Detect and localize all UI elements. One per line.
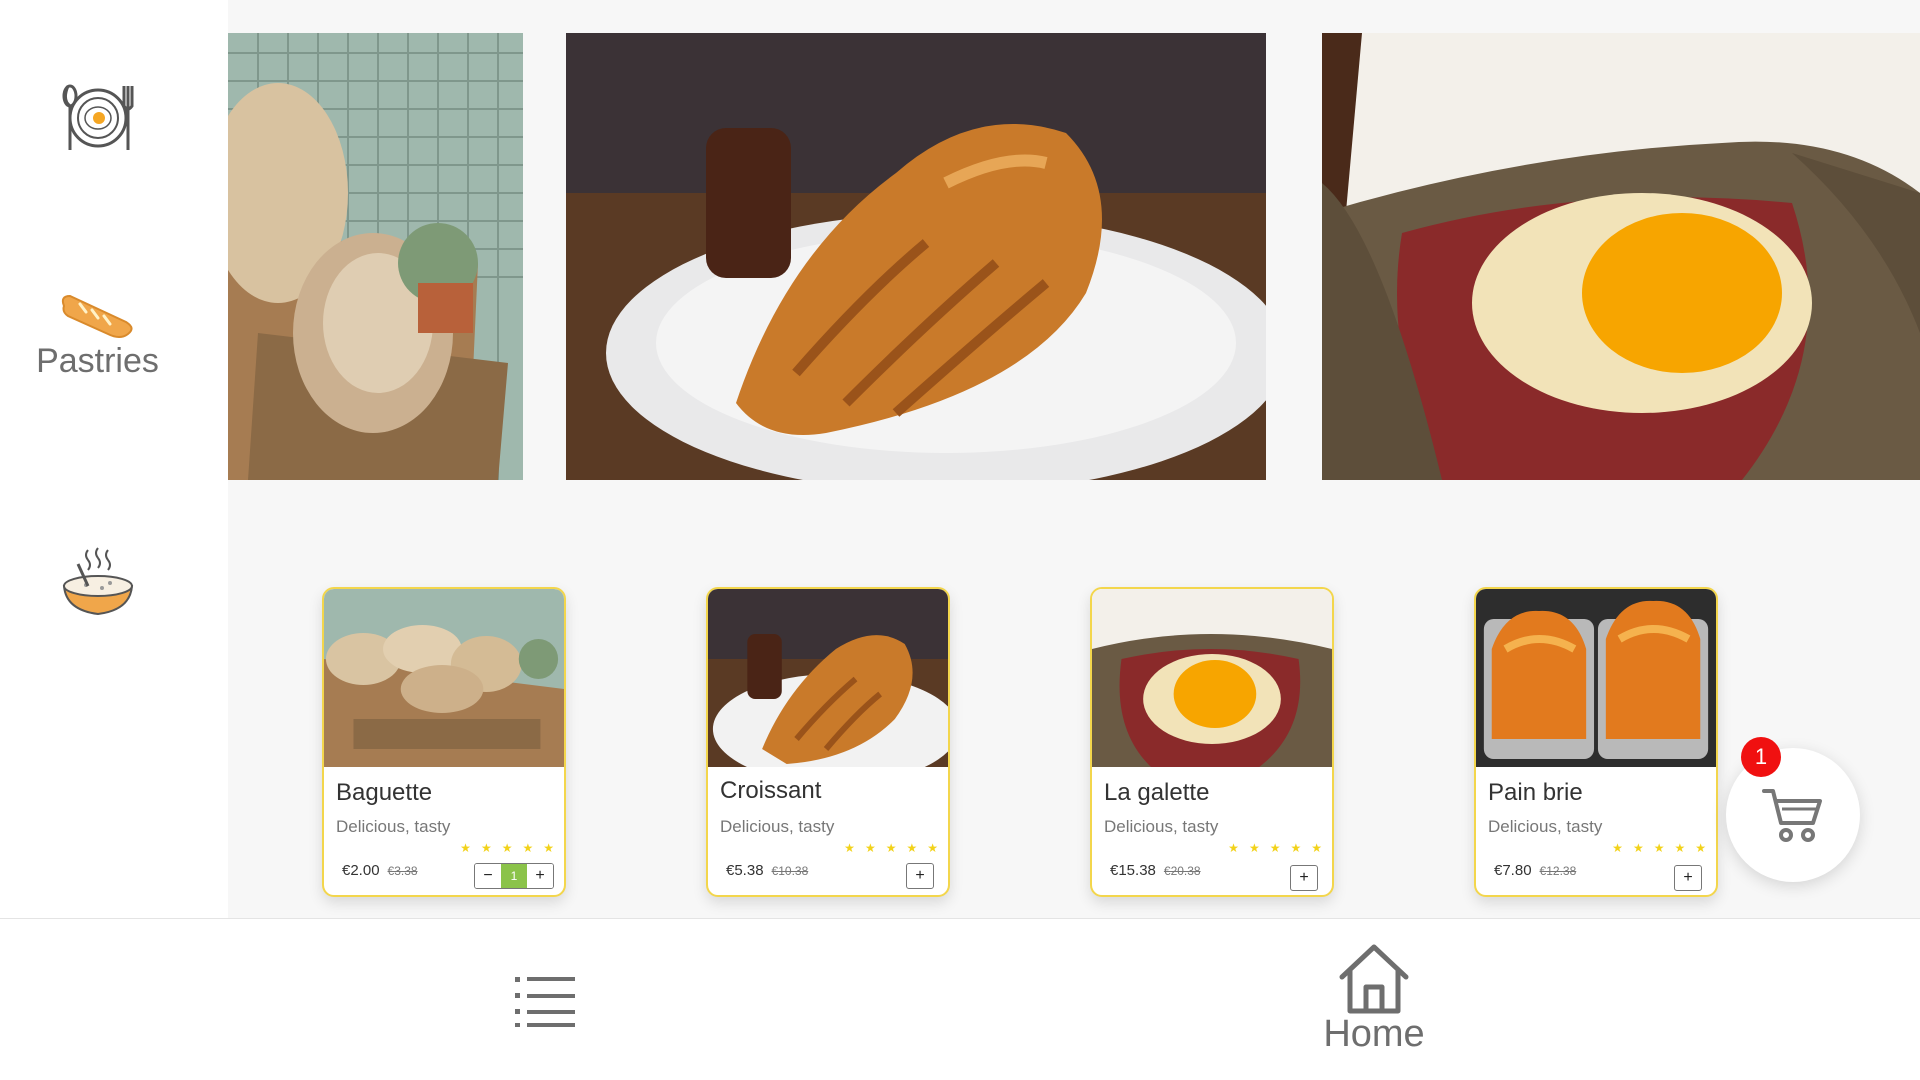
product-price: €5.38 €10.38 — [726, 862, 808, 879]
increase-button[interactable]: + — [527, 864, 553, 888]
star-icon: ★ — [1228, 841, 1239, 855]
star-icon: ★ — [844, 841, 855, 855]
star-icon: ★ — [927, 841, 938, 855]
bottom-navigation: Home — [0, 918, 1920, 1080]
add-to-cart-button[interactable]: + — [1674, 865, 1702, 891]
current-price: €15.38 — [1110, 862, 1156, 879]
product-description: Delicious, tasty — [1104, 817, 1219, 836]
star-icon: ★ — [1311, 841, 1322, 855]
star-icon: ★ — [501, 841, 513, 855]
breakfast-plate-icon — [62, 84, 133, 150]
star-icon: ★ — [1612, 841, 1623, 855]
product-card-baguette[interactable]: Baguette Delicious, tasty ★ ★ ★ ★ ★ €2.00 €3.… — [322, 587, 566, 897]
star-icon: ★ — [1653, 841, 1665, 855]
current-price: €2.00 — [342, 862, 380, 879]
nav-home[interactable]: Home — [1318, 941, 1430, 1056]
cart-count-badge: 1 — [1741, 737, 1781, 777]
product-name: Pain brie — [1488, 779, 1583, 806]
banner-galette-image[interactable] — [1322, 33, 1920, 480]
add-to-cart-button[interactable]: + — [1290, 865, 1318, 891]
star-icon: ★ — [543, 841, 554, 855]
product-photo — [1476, 589, 1716, 767]
rating-stars: ★ ★ ★ ★ ★ — [1228, 842, 1322, 854]
product-name: Croissant — [720, 777, 822, 804]
product-name: La galette — [1104, 779, 1210, 806]
banner-bread-basket-image[interactable] — [228, 33, 523, 480]
category-sidebar: Pastries — [0, 0, 228, 918]
product-card-pain-brie[interactable]: Pain brie Delicious, tasty ★ ★ ★ ★ ★ €7.80 €1… — [1474, 587, 1718, 897]
product-name: Baguette — [336, 779, 433, 806]
nav-home-label: Home — [1323, 1013, 1425, 1055]
rating-stars: ★ ★ ★ ★ ★ — [844, 842, 938, 854]
star-icon: ★ — [1290, 841, 1302, 855]
old-price: €3.38 — [387, 864, 418, 878]
star-icon: ★ — [480, 841, 492, 855]
product-photo — [708, 589, 948, 767]
quantity-stepper: − 1 + — [474, 863, 554, 889]
product-description: Delicious, tasty — [720, 817, 835, 836]
sidebar-item-pastries[interactable]: Pastries — [0, 286, 195, 381]
star-icon: ★ — [1269, 841, 1281, 855]
current-price: €7.80 — [1494, 862, 1532, 879]
product-card-la-galette[interactable]: La galette Delicious, tasty ★ ★ ★ ★ ★ €15.38… — [1090, 587, 1334, 897]
home-icon — [1339, 944, 1409, 1014]
list-icon[interactable] — [515, 975, 575, 1027]
quantity-value: 1 — [501, 864, 527, 888]
product-photo — [324, 589, 564, 767]
rating-stars: ★ ★ ★ ★ ★ — [460, 842, 554, 854]
product-description: Delicious, tasty — [336, 817, 451, 836]
product-card-croissant[interactable]: Croissant Delicious, tasty ★ ★ ★ ★ ★ €5.38 €1… — [706, 587, 950, 897]
rating-stars: ★ ★ ★ ★ ★ — [1612, 842, 1706, 854]
star-icon: ★ — [460, 841, 471, 855]
bread-icon — [61, 294, 132, 338]
cart-icon — [1762, 789, 1822, 842]
star-icon: ★ — [864, 841, 876, 855]
banner-croissant-image[interactable] — [566, 33, 1266, 480]
star-icon: ★ — [906, 841, 918, 855]
old-price: €10.38 — [771, 864, 809, 878]
add-to-cart-button[interactable]: + — [906, 863, 934, 889]
old-price: €20.38 — [1163, 864, 1201, 878]
old-price: €12.38 — [1539, 864, 1577, 878]
product-price: €7.80 €12.38 — [1494, 862, 1576, 879]
star-icon: ★ — [1632, 841, 1644, 855]
sidebar-item-soup[interactable] — [0, 542, 195, 622]
star-icon: ★ — [1695, 841, 1706, 855]
product-description: Delicious, tasty — [1488, 817, 1603, 836]
product-photo — [1092, 589, 1332, 767]
soup-bowl-icon — [62, 547, 133, 616]
star-icon: ★ — [522, 841, 534, 855]
product-price: €15.38 €20.38 — [1110, 862, 1201, 879]
current-price: €5.38 — [726, 862, 764, 879]
sidebar-item-breakfast[interactable] — [0, 78, 195, 158]
sidebar-item-label: Pastries — [36, 342, 159, 380]
product-price: €2.00 €3.38 — [342, 862, 418, 879]
star-icon: ★ — [1674, 841, 1686, 855]
star-icon: ★ — [1248, 841, 1260, 855]
decrease-button[interactable]: − — [475, 864, 501, 888]
star-icon: ★ — [885, 841, 897, 855]
